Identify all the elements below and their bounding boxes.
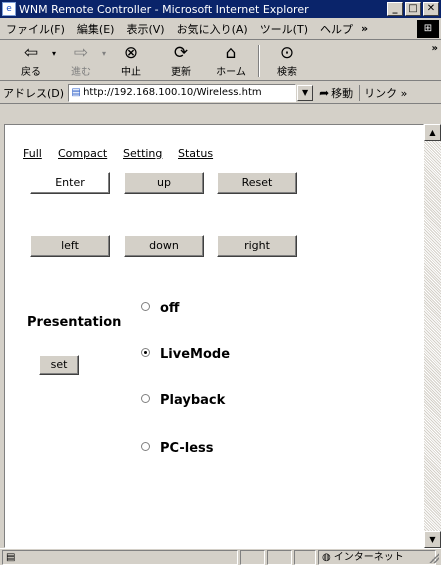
up-button[interactable]: up (124, 172, 204, 194)
links-button[interactable]: リンク » (359, 84, 408, 101)
status-cell-progress (240, 549, 265, 565)
status-message: ▤ (2, 549, 238, 565)
search-button[interactable]: ⊙ 検索 (262, 43, 312, 79)
forward-button[interactable]: ⇨ 進む ▾ (56, 43, 106, 79)
menu-file[interactable]: ファイル(F) (0, 21, 71, 37)
stop-label: 中止 (121, 67, 141, 78)
radio-option-playback[interactable]: Playback (141, 393, 225, 408)
menu-help[interactable]: ヘルプ (314, 21, 359, 37)
status-cell-secure (267, 549, 292, 565)
refresh-icon: ⟳ (173, 43, 189, 63)
menu-tools[interactable]: ツール(T) (254, 21, 314, 37)
radio-option-pc-less[interactable]: PC-less (141, 441, 214, 456)
windows-logo-icon: ⊞ (417, 20, 439, 38)
radio-label-off: off (160, 301, 180, 316)
scroll-up-icon[interactable]: ▲ (424, 124, 441, 141)
radio-playback[interactable] (141, 394, 150, 403)
status-zone: ◍ インターネット (318, 549, 436, 565)
status-cell-privacy (294, 549, 316, 565)
radio-off[interactable] (141, 302, 150, 311)
stop-icon: ⊗ (123, 43, 139, 63)
radio-label-livemode: LiveMode (160, 347, 231, 362)
links-label: リンク (364, 86, 398, 100)
scroll-down-icon[interactable]: ▼ (424, 531, 441, 548)
radio-pc-less[interactable] (141, 442, 150, 451)
nav-link-status[interactable]: Status (178, 147, 213, 160)
menu-more-chevron[interactable]: » (359, 22, 370, 35)
stop-button[interactable]: ⊗ 中止 (106, 43, 156, 79)
forward-arrow-icon: ⇨ (73, 43, 89, 63)
window-controls: _ □ ✕ (385, 2, 439, 16)
radio-label-playback: Playback (160, 393, 226, 408)
globe-icon: ◍ (322, 551, 331, 563)
address-dropdown-icon[interactable]: ▼ (297, 84, 314, 101)
menu-bar: ファイル(F) 編集(E) 表示(V) お気に入り(A) ツール(T) ヘルプ … (0, 18, 441, 40)
go-button[interactable]: ➦ 移動 (319, 85, 353, 101)
forward-label: 進む (71, 67, 91, 78)
page-icon: ▤ (71, 87, 81, 98)
radio-label-pc-less: PC-less (160, 441, 214, 456)
menu-favorites[interactable]: お気に入り(A) (171, 21, 254, 37)
address-bar: アドレス(D) ▤ ▼ ➦ 移動 リンク » (0, 82, 441, 104)
refresh-label: 更新 (171, 67, 191, 78)
home-button[interactable]: ⌂ ホーム (206, 43, 256, 79)
status-page-icon: ▤ (6, 551, 16, 563)
presentation-label: Presentation (27, 315, 122, 330)
home-label: ホーム (216, 67, 246, 78)
toolbar-separator (258, 45, 260, 77)
status-bar: ▤ ◍ インターネット (0, 548, 441, 565)
left-button[interactable]: left (30, 235, 110, 257)
vertical-scrollbar[interactable]: ▲ ▼ (424, 124, 441, 548)
radio-option-off[interactable]: off (141, 301, 179, 316)
go-arrow-icon: ➦ (319, 85, 330, 100)
minimize-button[interactable]: _ (387, 2, 403, 16)
menu-edit[interactable]: 編集(E) (71, 21, 121, 37)
title-bar: e WNM Remote Controller - Microsoft Inte… (0, 0, 441, 18)
window-title: WNM Remote Controller - Microsoft Intern… (19, 2, 309, 16)
nav-link-setting[interactable]: Setting (123, 147, 162, 160)
reset-button[interactable]: Reset (217, 172, 297, 194)
toolbar-more-chevron[interactable]: » (432, 43, 438, 54)
ie-logo-icon: e (2, 2, 16, 16)
address-field[interactable]: ▤ (68, 83, 297, 102)
nav-link-compact[interactable]: Compact (58, 147, 107, 160)
page-content: Full Compact Setting Status Enter up Res… (4, 124, 424, 548)
zone-label: インターネット (333, 551, 404, 563)
address-label: アドレス(D) (3, 86, 65, 100)
enter-button[interactable]: Enter (30, 172, 110, 194)
url-input[interactable] (83, 85, 284, 100)
search-icon: ⊙ (279, 43, 295, 63)
nav-link-full[interactable]: Full (23, 147, 42, 160)
menu-view[interactable]: 表示(V) (120, 21, 170, 37)
close-button[interactable]: ✕ (423, 2, 439, 16)
right-button[interactable]: right (217, 235, 297, 257)
back-button[interactable]: ⇦ 戻る ▾ (6, 43, 56, 79)
maximize-button[interactable]: □ (405, 2, 421, 16)
down-button[interactable]: down (124, 235, 204, 257)
resize-grip-icon[interactable] (429, 553, 439, 563)
back-arrow-icon: ⇦ (23, 43, 39, 63)
home-icon: ⌂ (225, 43, 237, 63)
refresh-button[interactable]: ⟳ 更新 (156, 43, 206, 79)
search-label: 検索 (277, 67, 297, 78)
radio-option-livemode[interactable]: LiveMode (141, 347, 230, 362)
back-label: 戻る (21, 67, 41, 78)
set-button[interactable]: set (39, 355, 79, 375)
radio-livemode[interactable] (141, 348, 150, 357)
standard-toolbar: ⇦ 戻る ▾ ⇨ 進む ▾ ⊗ 中止 ⟳ 更新 ⌂ ホーム ⊙ 検索 » (0, 41, 441, 81)
links-more-chevron: » (400, 86, 408, 100)
go-label: 移動 (331, 86, 354, 100)
